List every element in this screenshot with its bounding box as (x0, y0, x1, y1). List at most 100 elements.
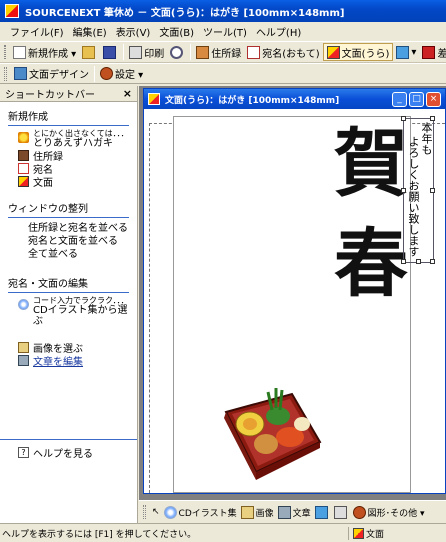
menu-file[interactable]: ファイル(F) (10, 24, 64, 39)
print-preview-icon (170, 45, 184, 59)
resize-handle[interactable] (401, 259, 406, 264)
toolbar-grip[interactable] (4, 66, 7, 81)
text-design-label: 文面デザイン (29, 70, 89, 81)
layout-icon (396, 45, 410, 59)
quick-postcard-link[interactable]: とにかく出さなくては．．． とりあえずハガキ (18, 129, 137, 149)
addressbook-button[interactable]: 住所録 (193, 43, 244, 61)
greeting-kanji-shun[interactable]: 春 (334, 227, 408, 301)
resize-handle[interactable] (430, 188, 435, 193)
osechi-illustration[interactable] (220, 382, 324, 482)
open-folder-icon (82, 45, 96, 59)
text-icon (277, 505, 291, 519)
section-new: 新規作成 (8, 108, 129, 126)
toolbar-grip[interactable] (4, 45, 6, 59)
new-button[interactable]: 新規作成 ▾ (10, 43, 79, 61)
pointer-icon: ↖ (152, 507, 160, 517)
sender-button[interactable]: 差出人 (419, 43, 446, 61)
status-bar: ヘルプを表示するには [F1] を押してください。 文面 (0, 523, 446, 542)
shortcut-bar: ショートカットバー × 新規作成 とにかく出さなくては．．． とりあえずハガキ … (0, 86, 138, 523)
menu-text[interactable]: 文面(B) (159, 24, 194, 39)
image-button[interactable]: 画像 (239, 503, 276, 521)
resize-handle[interactable] (416, 259, 421, 264)
settings-icon (100, 67, 113, 80)
sender-icon (422, 45, 436, 59)
help-icon: ? (18, 447, 29, 458)
greeting-kanji-ga[interactable]: 賀 (334, 127, 408, 201)
cd-illustration-caption: コード入力でラクラク．．． (33, 296, 129, 305)
help-link[interactable]: ? ヘルプを見る (18, 446, 137, 460)
menu-help[interactable]: ヘルプ(H) (256, 24, 301, 39)
minimize-button[interactable]: _ (392, 92, 407, 107)
resize-handle[interactable] (430, 259, 435, 264)
settings-label: 設定 ▾ (115, 70, 144, 81)
print-label: 印刷 (144, 48, 165, 60)
app-title-bar[interactable]: SOURCENEXT 筆休め － 文面(うら)：はがき [100mm×148mm… (0, 0, 446, 22)
text-button-label: 文章 (292, 508, 311, 519)
text-button[interactable]: 文章 (276, 503, 313, 521)
shortcut-bar-header: ショートカットバー × (0, 86, 137, 102)
arrange-all[interactable]: 全て並べる (28, 246, 137, 260)
shape-icon (352, 505, 366, 519)
message-side-button[interactable]: 文面(うら) (322, 43, 394, 61)
text-design-button[interactable]: 文面デザイン (11, 65, 92, 83)
toolbar-separator (94, 65, 95, 82)
frame-icon (333, 505, 347, 519)
vertical-text-button[interactable] (313, 503, 332, 521)
select-tool[interactable]: ↖ (150, 503, 162, 521)
preview-button[interactable] (167, 43, 188, 61)
resize-handle[interactable] (401, 188, 406, 193)
layout-dropdown-button[interactable]: ▾ (393, 43, 419, 61)
section-edit: 宛名・文面の編集 (8, 275, 129, 293)
open-button[interactable] (79, 43, 100, 61)
status-message: ヘルプを表示するには [F1] を押してください。 (2, 529, 197, 540)
document-icon (148, 93, 160, 105)
frame-button[interactable] (332, 503, 351, 521)
maximize-button[interactable]: □ (409, 92, 424, 107)
edit-text-link[interactable]: 文章を編集 (18, 354, 137, 368)
menu-tools[interactable]: ツール(T) (203, 24, 247, 39)
vertical-text-box[interactable]: 本年も よろしくお願い致します (401, 116, 435, 264)
design-toolbar: 文面デザイン 設定 ▾ (0, 63, 446, 84)
close-icon[interactable]: × (123, 87, 132, 100)
help-section: ? ヘルプを見る (0, 439, 137, 460)
mdi-workspace: 文面(うら)：はがき [100mm×148mm] _ □ × 賀 春 本年も よ… (139, 86, 446, 523)
cd-illustration-button-label: CDイラスト集 (178, 508, 237, 519)
addressbook-icon (18, 150, 29, 161)
menu-view[interactable]: 表示(V) (116, 24, 151, 39)
resize-handle[interactable] (401, 116, 406, 121)
document-title-bar[interactable]: 文面(うら)：はがき [100mm×148mm] _ □ × (144, 89, 445, 109)
app-title: SOURCENEXT 筆休め － 文面(うら)：はがき [100mm×148mm… (25, 7, 345, 19)
new-document-icon (13, 45, 26, 59)
sidebar-item-label: 文面 (33, 178, 53, 189)
toolbar-grip[interactable] (143, 505, 146, 519)
new-button-label: 新規作成 ▾ (28, 48, 77, 60)
shape-button-label: 図形･その他 ▾ (367, 508, 425, 519)
postcard-canvas[interactable]: 賀 春 本年も よろしくお願い致します (144, 109, 445, 493)
resize-handle[interactable] (430, 116, 435, 121)
addressee-label: 宛名(おもて) (262, 48, 320, 60)
postcard-icon (18, 163, 29, 174)
settings-button[interactable]: 設定 ▾ (97, 65, 146, 83)
cd-illustration-button[interactable]: CDイラスト集 (162, 503, 239, 521)
vertical-text-line1: 本年も (420, 122, 433, 155)
status-mode-label: 文面 (366, 529, 385, 540)
sidebar-item-message[interactable]: 文面 (18, 175, 137, 189)
print-button[interactable]: 印刷 (126, 43, 167, 61)
cd-illustration-link[interactable]: コード入力でラクラク．．． CDイラスト集から選ぶ (18, 296, 137, 327)
document-title: 文面(うら)：はがき [100mm×148mm] (165, 95, 340, 106)
vertical-text-line2: よろしくお願い致します (407, 136, 420, 257)
message-icon (18, 176, 29, 187)
shape-button[interactable]: 図形･その他 ▾ (351, 503, 427, 521)
toolbar-separator (123, 44, 125, 60)
save-button[interactable] (100, 43, 121, 61)
image-button-label: 画像 (255, 508, 274, 519)
document-window: 文面(うら)：はがき [100mm×148mm] _ □ × 賀 春 本年も よ… (143, 88, 446, 494)
postcard-surface[interactable]: 賀 春 本年も よろしくお願い致します (173, 116, 435, 493)
vertical-text-icon (314, 505, 328, 519)
addressee-button[interactable]: 宛名(おもて) (244, 43, 322, 61)
edit-text-label: 文章を編集 (33, 357, 83, 368)
app-icon (5, 4, 19, 18)
postcard-back-icon (326, 45, 340, 59)
menu-edit[interactable]: 編集(E) (73, 24, 107, 39)
close-button[interactable]: × (426, 92, 441, 107)
